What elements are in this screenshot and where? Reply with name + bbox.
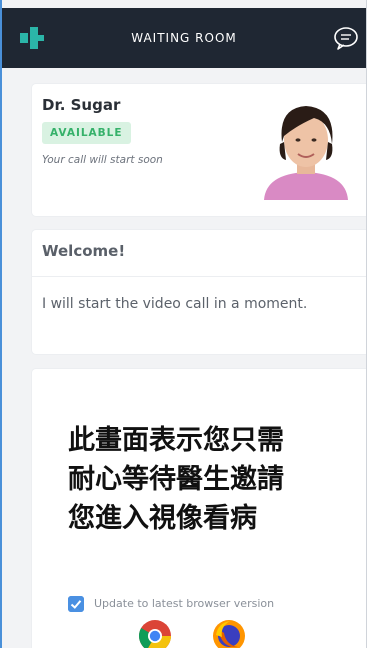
caption-text: 此畫面表示您只需 耐心等待醫生邀請 您進入視像看病 (68, 421, 358, 538)
welcome-card: Welcome! I will start the video call in … (32, 230, 366, 354)
update-browser-checkbox[interactable] (68, 596, 84, 612)
caption-line: 您進入視像看病 (68, 503, 257, 534)
page-title: WAITING ROOM (131, 31, 237, 45)
firefox-icon[interactable] (212, 619, 246, 648)
divider (32, 276, 366, 277)
welcome-heading: Welcome! (42, 242, 126, 260)
doctor-avatar (252, 92, 360, 200)
call-status-text: Your call will start soon (42, 154, 163, 166)
welcome-message: I will start the video call in a moment. (42, 296, 308, 312)
waiting-room-screen: WAITING ROOM Dr. Sugar AVAILABLE Your ca… (0, 0, 367, 648)
top-bar: WAITING ROOM (2, 8, 366, 68)
chat-bubble-icon[interactable] (332, 25, 360, 51)
clinic-logo-icon (20, 27, 44, 49)
doctor-name: Dr. Sugar (42, 96, 121, 114)
checkbox-label: Update to latest browser version (94, 597, 275, 610)
status-badge: AVAILABLE (42, 122, 131, 144)
browser-notice-card: 此畫面表示您只需 耐心等待醫生邀請 您進入視像看病 Update to late… (32, 369, 366, 648)
chrome-icon[interactable] (138, 619, 172, 648)
caption-line: 此畫面表示您只需 (68, 425, 284, 456)
caption-line: 耐心等待醫生邀請 (68, 464, 284, 495)
doctor-card: Dr. Sugar AVAILABLE Your call will start… (32, 84, 366, 216)
